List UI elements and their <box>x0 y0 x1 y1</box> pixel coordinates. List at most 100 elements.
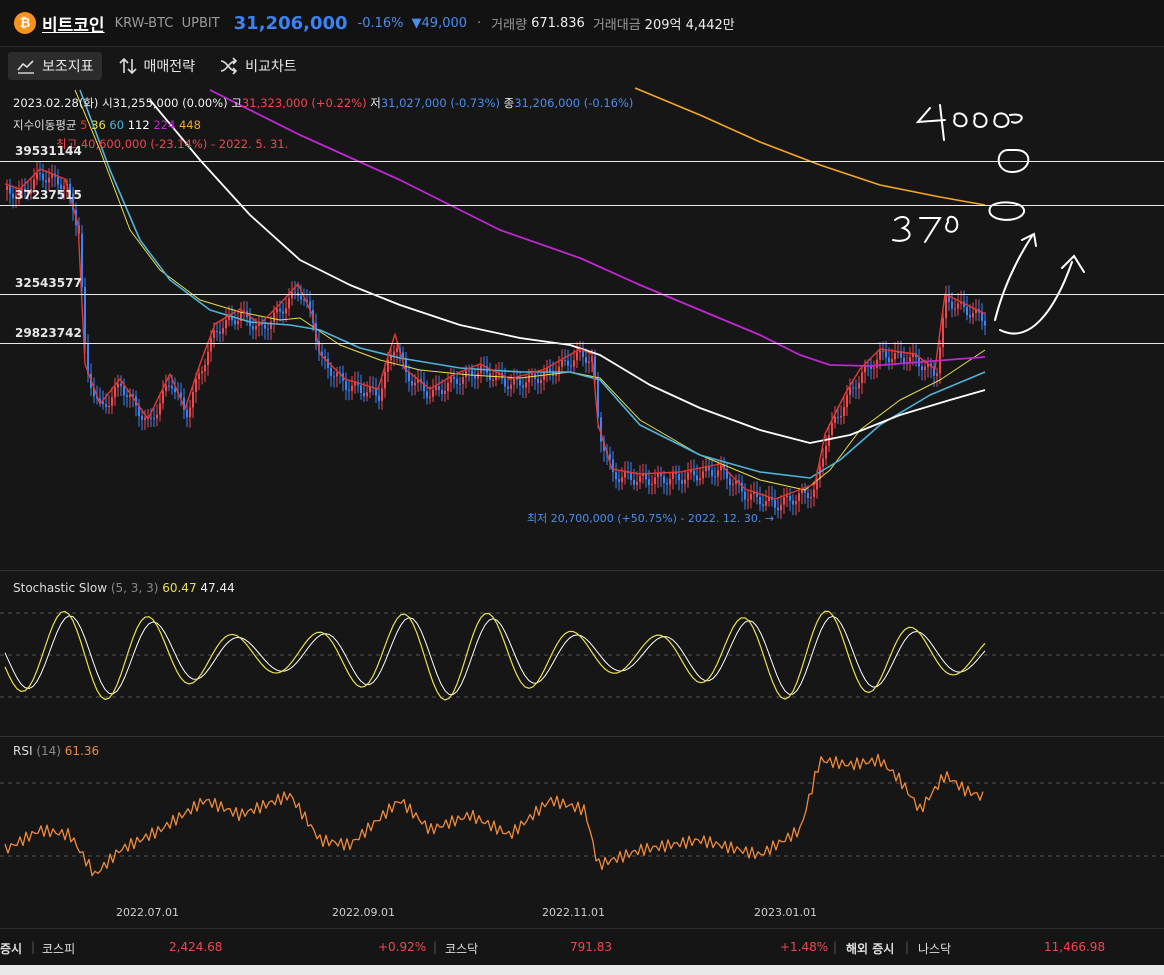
candlestick <box>504 378 506 387</box>
x-axis-label-4: 2023.01.01 <box>754 906 817 919</box>
candlestick <box>411 381 413 386</box>
candlestick <box>444 390 446 394</box>
handwritten-arrow-left <box>994 232 1037 321</box>
stochastic-legend: Stochastic Slow (5, 3, 3) 60.47 47.44 <box>13 581 235 595</box>
candlestick <box>984 320 986 326</box>
candlestick <box>888 357 890 363</box>
taskbar-strip <box>0 965 1164 975</box>
candlestick <box>9 186 11 194</box>
candlestick <box>432 389 434 397</box>
candlestick <box>252 326 254 330</box>
candlestick <box>267 328 269 330</box>
candlestick <box>828 434 830 446</box>
candlestick <box>696 475 698 481</box>
candlestick <box>882 350 884 352</box>
candlestick <box>426 391 428 398</box>
candlestick <box>675 472 677 474</box>
rsi-legend: RSI (14) 61.36 <box>13 744 99 758</box>
candlestick <box>36 173 38 180</box>
footer-divider-3: | <box>833 940 838 954</box>
candlestick <box>45 180 47 183</box>
candlestick <box>822 458 824 467</box>
candlestick <box>969 315 971 318</box>
candlestick <box>336 372 338 377</box>
x-axis-label-3: 2022.11.01 <box>542 906 605 919</box>
candlestick <box>564 360 566 362</box>
candlestick <box>855 387 857 389</box>
rsi-label: RSI <box>13 744 33 758</box>
candlestick <box>495 374 497 381</box>
candlestick <box>216 330 218 332</box>
handwriting-3700 <box>892 215 959 243</box>
footer-divider-1: | <box>31 940 36 954</box>
footer-divider-4: | <box>905 940 910 954</box>
candlestick <box>150 417 152 419</box>
candlestick <box>507 386 509 389</box>
candlestick <box>570 365 572 367</box>
candlestick <box>513 378 515 385</box>
candlestick <box>849 387 851 395</box>
kospi-change: +0.92% <box>378 940 427 954</box>
candlestick <box>957 303 959 309</box>
candlestick <box>618 479 620 482</box>
candlestick <box>384 371 386 389</box>
kosdaq-label[interactable]: 코스닥 <box>445 940 478 957</box>
candlestick <box>663 476 665 483</box>
candlestick <box>789 495 791 501</box>
min-annotation: 최저 20,700,000 (+50.75%) - 2022. 12. 30. … <box>527 512 775 525</box>
candlestick <box>186 409 188 418</box>
candlestick <box>621 477 623 482</box>
candlestick <box>612 459 614 472</box>
level-line-1[interactable] <box>0 161 1164 162</box>
max-annotation: 최고 40,600,000 (-23.14%) - 2022. 5. 31. <box>56 137 289 151</box>
ma-60: 60 <box>109 118 125 132</box>
candlestick <box>468 370 470 372</box>
candlestick <box>108 405 110 407</box>
candlestick <box>363 392 365 397</box>
kosdaq-value: 791.83 <box>570 940 612 954</box>
candlestick <box>687 472 689 480</box>
candlestick <box>747 499 749 501</box>
level-label-1: 39531144 <box>15 144 82 158</box>
candlestick <box>330 367 332 376</box>
candlestick <box>465 370 467 378</box>
close-label: 종 <box>503 96 515 110</box>
candlestick <box>282 311 284 314</box>
candlestick <box>588 361 590 363</box>
candlestick <box>156 414 158 419</box>
candlestick <box>396 348 398 352</box>
candlestick <box>123 386 125 396</box>
candlestick <box>861 372 863 384</box>
candlestick <box>624 471 626 478</box>
kosdaq-change: +1.48% <box>780 940 829 954</box>
candlestick <box>732 483 734 485</box>
candlestick <box>759 496 761 505</box>
handwriting-4000 <box>915 104 1023 141</box>
candlestick <box>792 500 794 505</box>
candlestick <box>300 295 302 300</box>
candlestick <box>165 385 167 392</box>
candlestick <box>639 475 641 483</box>
candlestick <box>516 378 518 380</box>
level-line-4[interactable] <box>0 343 1164 344</box>
candlestick <box>438 386 440 390</box>
panel-separator-1 <box>0 570 1164 571</box>
candlestick <box>291 291 293 299</box>
candlestick <box>153 417 155 419</box>
candlestick <box>141 415 143 420</box>
candlestick <box>273 312 275 322</box>
kospi-label[interactable]: 코스피 <box>42 940 75 957</box>
candlestick <box>678 473 680 481</box>
candlestick <box>381 388 383 401</box>
level-line-3[interactable] <box>0 294 1164 295</box>
candlestick <box>105 404 107 407</box>
nasdaq-label[interactable]: 나스닥 <box>918 940 951 957</box>
candlestick <box>225 319 227 329</box>
ohlc-info: 2023.02.28(화) 시31,255,000 (0.00%) 고31,32… <box>13 95 633 111</box>
candlestick <box>456 378 458 384</box>
candlestick <box>162 391 164 404</box>
level-line-2[interactable] <box>0 205 1164 206</box>
candlestick <box>351 385 353 391</box>
candlestick <box>447 382 449 391</box>
candlestick <box>114 387 116 398</box>
